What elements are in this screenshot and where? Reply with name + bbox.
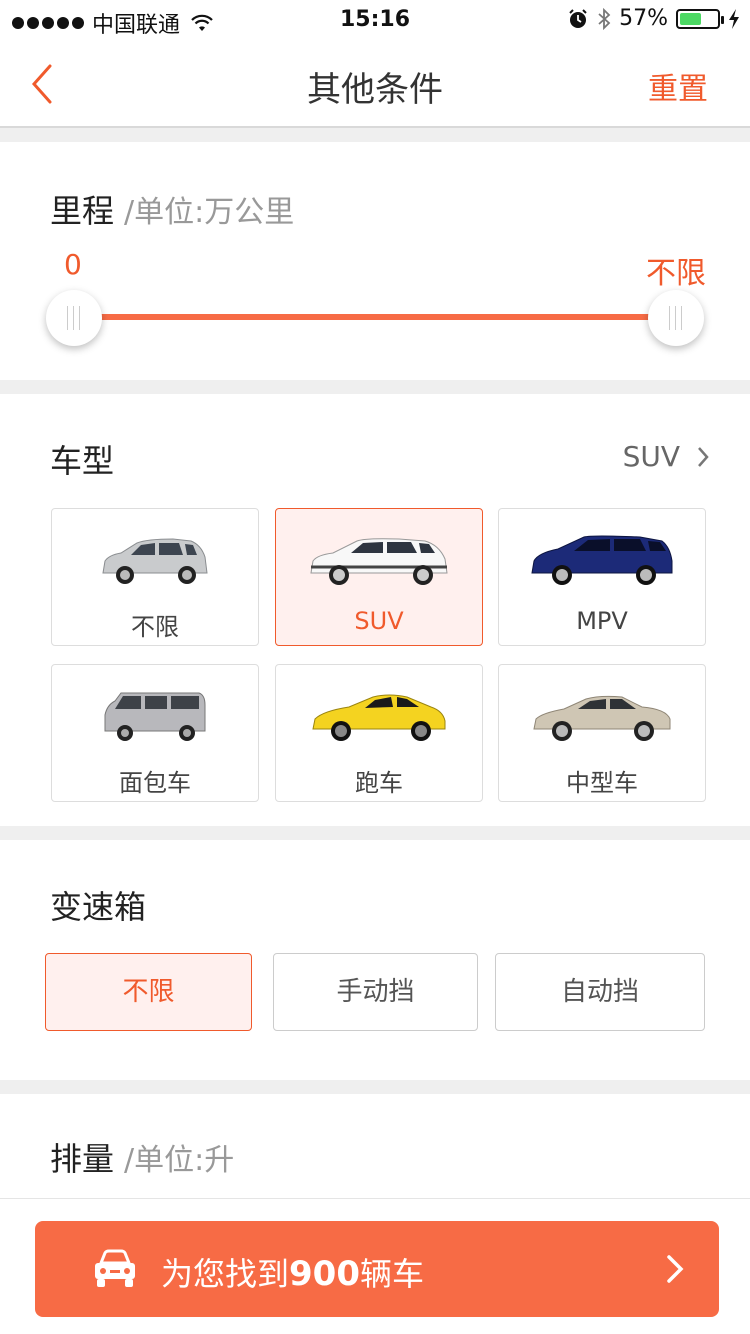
results-prefix: 为您找到 — [161, 1255, 290, 1293]
car-type-label: 不限 — [131, 613, 179, 641]
results-suffix: 辆车 — [360, 1255, 425, 1293]
displacement-section: 排量/单位:升 — [0, 1094, 750, 1198]
reset-button[interactable]: 重置 — [648, 64, 708, 108]
results-count: 900 — [289, 1254, 360, 1294]
car-type-current[interactable]: SUV — [623, 440, 710, 473]
displacement-heading: 排量/单位:升 — [50, 1134, 234, 1180]
gear-option-manual[interactable]: 手动挡 — [273, 953, 478, 1031]
sports-car-icon — [276, 689, 482, 749]
car-type-section: 车型 SUV 不限 SUV MPV 面包车 跑车 中型车 — [0, 394, 750, 826]
suv-car-icon — [276, 533, 482, 593]
car-type-option-any[interactable]: 不限 — [51, 508, 259, 646]
grip-line — [669, 306, 670, 330]
car-type-label: SUV — [354, 607, 404, 635]
sedan-car-icon — [499, 689, 705, 749]
car-type-option-van[interactable]: 面包车 — [51, 664, 259, 802]
grip-line — [73, 306, 74, 330]
car-type-option-mpv[interactable]: MPV — [498, 508, 706, 646]
car-type-label: 面包车 — [119, 769, 191, 797]
show-results-button[interactable]: 为您找到900辆车 — [35, 1221, 719, 1317]
page-title: 其他条件 — [307, 70, 443, 110]
range-max-label: 不限 — [646, 256, 706, 291]
van-car-icon — [52, 689, 258, 749]
car-type-option-suv[interactable]: SUV — [275, 508, 483, 646]
mpv-car-icon — [499, 533, 705, 593]
slider-handle-min[interactable] — [46, 290, 102, 346]
car-type-title: 车型 — [50, 442, 115, 480]
car-type-current-value: SUV — [622, 440, 680, 473]
grip-line — [675, 306, 676, 330]
car-icon — [95, 1249, 135, 1287]
battery-icon — [676, 8, 724, 29]
mileage-title: 里程 — [50, 192, 115, 230]
car-type-label: MPV — [576, 607, 628, 635]
gear-option-any[interactable]: 不限 — [45, 953, 252, 1031]
alarm-icon — [569, 8, 587, 28]
transmission-section: 变速箱 不限 手动挡 自动挡 — [0, 840, 750, 1080]
car-type-label: 跑车 — [355, 769, 403, 797]
gear-option-automatic[interactable]: 自动挡 — [495, 953, 705, 1031]
chevron-right-icon — [698, 446, 709, 467]
status-right: 57% — [567, 6, 740, 31]
nav-bar: 其他条件 重置 — [0, 40, 750, 128]
car-type-label: 中型车 — [566, 769, 638, 797]
displacement-unit: /单位:升 — [124, 1143, 235, 1178]
transmission-title: 变速箱 — [50, 888, 147, 926]
mileage-section: 里程/单位:万公里 0 不限 — [0, 142, 750, 380]
battery-percent: 57% — [619, 6, 668, 31]
range-min-label: 0 — [64, 248, 82, 281]
car-type-option-sports[interactable]: 跑车 — [275, 664, 483, 802]
mileage-slider-track[interactable] — [74, 314, 676, 320]
status-bar: 中国联通 15:16 57% — [0, 0, 750, 40]
results-text: 为您找到900辆车 — [161, 1249, 424, 1295]
mileage-heading: 里程/单位:万公里 — [50, 186, 294, 232]
displacement-title: 排量 — [50, 1140, 115, 1178]
mileage-unit: /单位:万公里 — [124, 195, 295, 230]
bottom-bar: 为您找到900辆车 — [0, 1198, 750, 1334]
slider-handle-max[interactable] — [648, 290, 704, 346]
charging-icon — [729, 8, 739, 29]
grip-line — [681, 306, 682, 330]
battery-level — [680, 12, 701, 25]
hatchback-car-icon — [52, 533, 258, 593]
grip-line — [67, 306, 68, 330]
car-type-option-midsize[interactable]: 中型车 — [498, 664, 706, 802]
chevron-right-icon — [667, 1255, 684, 1283]
bluetooth-icon — [598, 7, 611, 30]
grip-line — [79, 306, 80, 330]
